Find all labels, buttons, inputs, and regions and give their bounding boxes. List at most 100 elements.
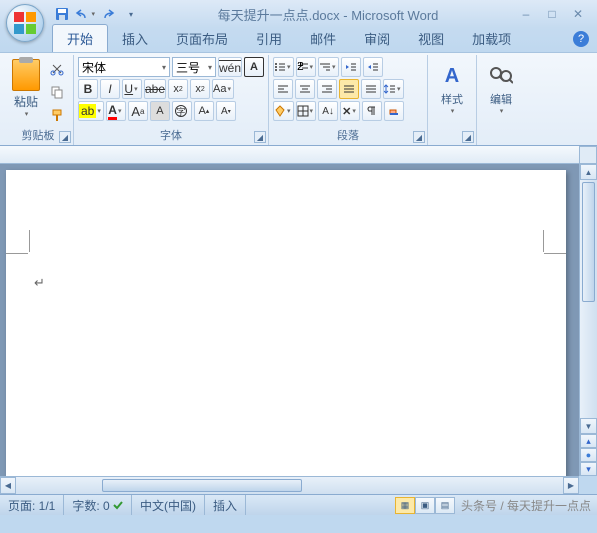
- tab-review[interactable]: 审阅: [350, 25, 404, 52]
- justify-button[interactable]: [339, 79, 359, 99]
- horizontal-scrollbar[interactable]: ◀ ▶: [0, 476, 579, 494]
- borders-button[interactable]: ▾: [296, 101, 317, 121]
- shrink-font-a-button[interactable]: A▾: [216, 101, 236, 121]
- minimize-button[interactable]: –: [515, 5, 537, 23]
- align-left-button[interactable]: [273, 79, 293, 99]
- decrease-indent-button[interactable]: [341, 57, 361, 77]
- font-color-button[interactable]: A▾: [106, 101, 126, 121]
- ribbon: 粘贴 ▾ 剪贴板 ◢ 宋体▾ 三号▾ wén A B I U▾: [0, 52, 597, 146]
- maximize-button[interactable]: □: [541, 5, 563, 23]
- office-logo-icon: [14, 12, 36, 34]
- styles-button[interactable]: A 样式 ▾: [432, 57, 472, 127]
- line-spacing-button[interactable]: ▾: [383, 79, 404, 99]
- margin-guide-icon: [28, 230, 30, 252]
- group-clipboard: 粘贴 ▾ 剪贴板 ◢: [3, 55, 74, 145]
- format-painter-button[interactable]: [47, 105, 67, 125]
- grow-font-button[interactable]: Aa: [128, 101, 148, 121]
- clipboard-dialog-launcher[interactable]: ◢: [59, 131, 71, 143]
- styles-icon: A: [438, 61, 466, 91]
- font-size-combo[interactable]: 三号▾: [172, 57, 216, 77]
- watermark-text: 头条号 / 每天提升一点点: [455, 497, 597, 514]
- tab-view[interactable]: 视图: [404, 25, 458, 52]
- tab-home[interactable]: 开始: [52, 24, 108, 52]
- window-controls: – □ ✕: [515, 5, 589, 23]
- font-family-combo[interactable]: 宋体▾: [78, 57, 170, 77]
- clear-formatting-button[interactable]: [384, 101, 404, 121]
- next-page-button[interactable]: ▾: [580, 462, 597, 476]
- office-button[interactable]: [6, 4, 44, 42]
- copy-button[interactable]: [47, 82, 67, 102]
- document-page[interactable]: ↵: [6, 170, 566, 476]
- full-screen-view-button[interactable]: ▣: [415, 497, 435, 514]
- status-insert-mode[interactable]: 插入: [205, 495, 246, 515]
- superscript-button[interactable]: x2: [190, 79, 210, 99]
- bullets-button[interactable]: ▾: [273, 57, 294, 77]
- enclose-characters-button[interactable]: 字: [172, 101, 192, 121]
- change-case-button[interactable]: Aa▾: [212, 79, 234, 99]
- find-icon: [487, 61, 515, 91]
- close-button[interactable]: ✕: [567, 5, 589, 23]
- browse-object-button[interactable]: ●: [580, 448, 597, 462]
- hscroll-thumb[interactable]: [102, 479, 302, 492]
- redo-button[interactable]: [98, 4, 118, 24]
- show-marks-button[interactable]: [362, 101, 382, 121]
- align-right-button[interactable]: [317, 79, 337, 99]
- print-layout-view-button[interactable]: ▦: [395, 497, 415, 514]
- align-center-button[interactable]: [295, 79, 315, 99]
- status-language[interactable]: 中文(中国): [132, 495, 205, 515]
- editing-button[interactable]: 编辑 ▾: [481, 57, 521, 127]
- asian-layout-button[interactable]: ✕▾: [340, 101, 360, 121]
- underline-button[interactable]: U▾: [122, 79, 142, 99]
- shading-button[interactable]: ▾: [273, 101, 294, 121]
- character-border-button[interactable]: A: [244, 57, 264, 77]
- distributed-button[interactable]: [361, 79, 381, 99]
- cut-button[interactable]: [47, 59, 67, 79]
- character-shading-button[interactable]: A: [150, 101, 170, 121]
- undo-button[interactable]: ▾: [75, 4, 95, 24]
- increase-indent-button[interactable]: [363, 57, 383, 77]
- multilevel-list-button[interactable]: ▾: [318, 57, 339, 77]
- grow-font-a-button[interactable]: A▴: [194, 101, 214, 121]
- web-layout-view-button[interactable]: ▤: [435, 497, 455, 514]
- ribbon-tabs: 开始 插入 页面布局 引用 邮件 审阅 视图 加载项 ?: [0, 28, 597, 52]
- prev-page-button[interactable]: ▴: [580, 434, 597, 448]
- italic-button[interactable]: I: [100, 79, 120, 99]
- styles-dialog-launcher[interactable]: ◢: [462, 131, 474, 143]
- document-viewport[interactable]: ↵: [0, 164, 579, 476]
- scroll-left-button[interactable]: ◀: [0, 477, 16, 494]
- tab-references[interactable]: 引用: [242, 25, 296, 52]
- tab-addins[interactable]: 加载项: [458, 25, 525, 52]
- group-font-title: 字体: [78, 125, 264, 145]
- group-font: 宋体▾ 三号▾ wén A B I U▾ abe x2 x2 Aa▾ ab▾ A…: [74, 55, 269, 145]
- strikethrough-button[interactable]: abe: [144, 79, 166, 99]
- qat-customize-button[interactable]: ▾: [121, 4, 141, 24]
- bold-button[interactable]: B: [78, 79, 98, 99]
- horizontal-ruler[interactable]: [0, 146, 579, 164]
- font-family-value: 宋体: [82, 59, 106, 76]
- help-button[interactable]: ?: [573, 31, 589, 47]
- phonetic-guide-button[interactable]: wén: [218, 57, 242, 77]
- tab-insert[interactable]: 插入: [108, 25, 162, 52]
- tab-mailings[interactable]: 邮件: [296, 25, 350, 52]
- sort-button[interactable]: A↓: [318, 101, 338, 121]
- tab-page-layout[interactable]: 页面布局: [162, 25, 242, 52]
- group-styles: A 样式 ▾ _ ◢: [428, 55, 477, 145]
- numbering-button[interactable]: 12▾: [296, 57, 317, 77]
- status-words[interactable]: 字数: 0: [64, 495, 132, 515]
- scroll-right-button[interactable]: ▶: [563, 477, 579, 494]
- paste-button[interactable]: 粘贴 ▾: [7, 57, 45, 125]
- save-button[interactable]: [52, 4, 72, 24]
- vscroll-thumb[interactable]: [582, 182, 595, 302]
- status-page[interactable]: 页面: 1/1: [0, 495, 64, 515]
- scroll-down-button[interactable]: ▼: [580, 418, 597, 434]
- highlight-button[interactable]: ab▾: [78, 101, 104, 121]
- ruler-toggle-button[interactable]: [579, 146, 597, 164]
- paragraph-dialog-launcher[interactable]: ◢: [413, 131, 425, 143]
- subscript-button[interactable]: x2: [168, 79, 188, 99]
- font-dialog-launcher[interactable]: ◢: [254, 131, 266, 143]
- vertical-scrollbar[interactable]: ▲ ▼ ▴ ● ▾: [579, 164, 597, 476]
- scroll-up-button[interactable]: ▲: [580, 164, 597, 180]
- styles-label: 样式: [441, 91, 463, 107]
- spellcheck-icon: [113, 500, 123, 510]
- paste-label: 粘贴: [14, 93, 38, 110]
